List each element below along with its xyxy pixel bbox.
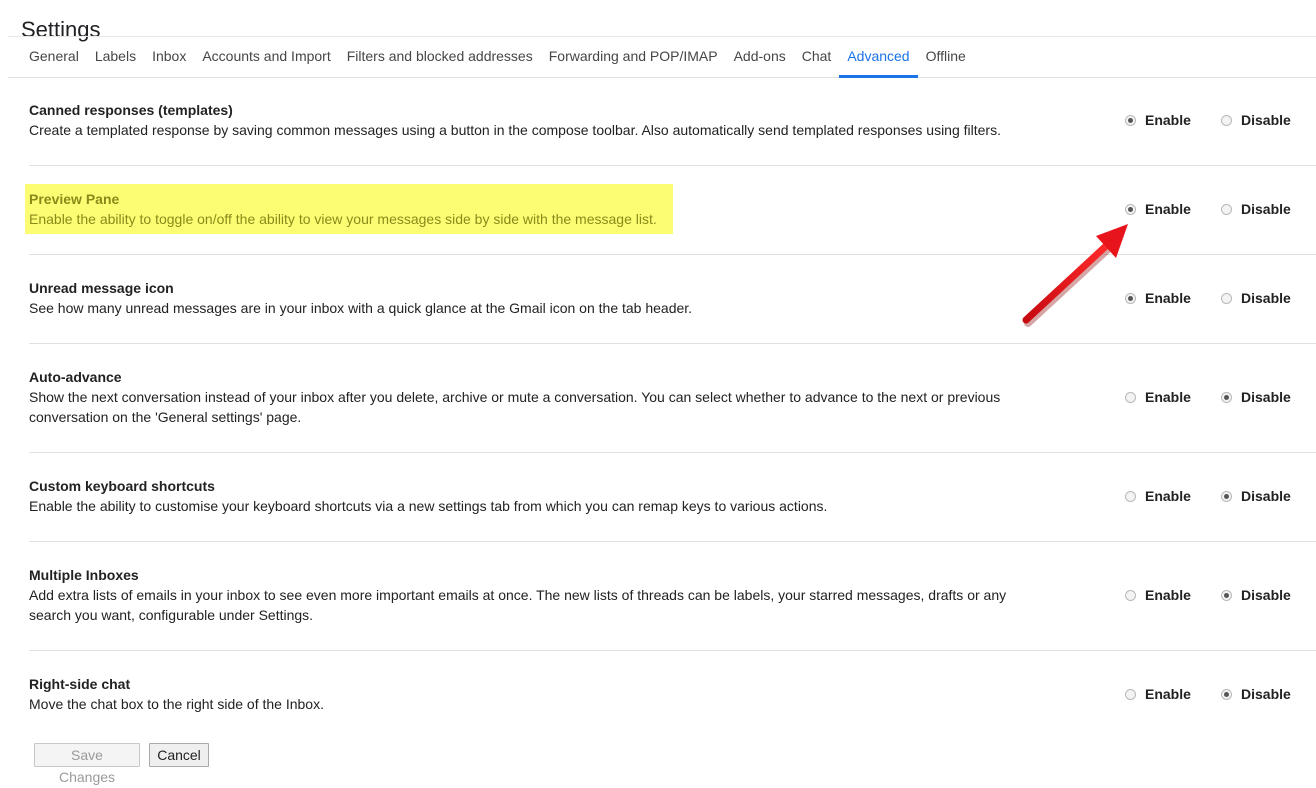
tab-accounts-and-import[interactable]: Accounts and Import: [194, 37, 338, 77]
cancel-button[interactable]: Cancel: [149, 743, 209, 767]
radio-group: Enable Disable: [1125, 684, 1291, 704]
enable-radio-option[interactable]: Enable: [1125, 686, 1191, 702]
disable-radio[interactable]: [1221, 203, 1232, 215]
enable-radio[interactable]: [1125, 589, 1136, 601]
setting-title: Unread message icon: [29, 280, 174, 296]
setting-description: See how many unread messages are in your…: [29, 300, 693, 316]
enable-label: Enable: [1145, 290, 1191, 306]
setting-row-auto-advance: Auto-advance Show the next conversation …: [29, 344, 1316, 453]
enable-radio-option[interactable]: Enable: [1125, 201, 1191, 217]
radio-group: Enable Disable: [1125, 387, 1291, 407]
tab-offline[interactable]: Offline: [918, 37, 974, 77]
setting-row-multiple-inboxes: Multiple Inboxes Add extra lists of emai…: [29, 542, 1316, 651]
setting-description: Enable the ability to toggle on/off the …: [29, 211, 657, 227]
radio-group: Enable Disable: [1125, 199, 1291, 219]
enable-radio[interactable]: [1125, 114, 1136, 126]
setting-row-canned-responses: Canned responses (templates) Create a te…: [29, 77, 1316, 166]
setting-description: Move the chat box to the right side of t…: [29, 696, 324, 712]
disable-radio[interactable]: [1221, 292, 1232, 304]
radio-group: Enable Disable: [1125, 110, 1291, 130]
disable-radio-option[interactable]: Disable: [1221, 486, 1291, 506]
disable-label: Disable: [1241, 389, 1291, 405]
disable-label: Disable: [1241, 112, 1291, 128]
settings-tab-bar: General Labels Inbox Accounts and Import…: [8, 36, 1316, 78]
tab-advanced[interactable]: Advanced: [839, 37, 918, 78]
setting-title: Right-side chat: [29, 676, 131, 692]
radio-group: Enable Disable: [1125, 585, 1291, 605]
tab-filters-and-blocked-addresses[interactable]: Filters and blocked addresses: [339, 37, 541, 77]
setting-description: Create a templated response by saving co…: [29, 122, 1001, 138]
enable-radio-option[interactable]: Enable: [1125, 587, 1191, 603]
setting-title: Preview Pane: [29, 191, 120, 207]
enable-label: Enable: [1145, 488, 1191, 504]
preview-pane-enable-radio[interactable]: [1125, 203, 1136, 215]
tab-chat[interactable]: Chat: [794, 37, 840, 77]
setting-row-custom-keyboard-shortcuts: Custom keyboard shortcuts Enable the abi…: [29, 453, 1316, 542]
setting-row-right-side-chat: Right-side chat Move the chat box to the…: [29, 651, 1316, 731]
disable-radio-option[interactable]: Disable: [1221, 585, 1291, 605]
setting-title: Multiple Inboxes: [29, 567, 139, 583]
tab-labels[interactable]: Labels: [87, 37, 144, 77]
disable-label: Disable: [1241, 290, 1291, 306]
disable-radio[interactable]: [1221, 391, 1232, 403]
tab-forwarding-and-pop-imap[interactable]: Forwarding and POP/IMAP: [541, 37, 726, 77]
enable-label: Enable: [1145, 112, 1191, 128]
setting-description: Enable the ability to customise your key…: [29, 498, 828, 514]
enable-label: Enable: [1145, 389, 1191, 405]
tab-add-ons[interactable]: Add-ons: [726, 37, 794, 77]
tab-inbox[interactable]: Inbox: [144, 37, 194, 77]
disable-label: Disable: [1241, 587, 1291, 603]
disable-label: Disable: [1241, 201, 1291, 217]
save-changes-button[interactable]: Save Changes: [34, 743, 140, 785]
disable-radio-option[interactable]: Disable: [1221, 684, 1291, 704]
annotation-arrow-icon: [1022, 224, 1128, 327]
setting-description: Show the next conversation instead of yo…: [29, 389, 1001, 425]
enable-radio-option[interactable]: Enable: [1125, 112, 1191, 128]
disable-radio[interactable]: [1221, 589, 1232, 601]
tab-general[interactable]: General: [8, 37, 87, 77]
disable-radio-option[interactable]: Disable: [1221, 288, 1291, 308]
setting-title: Canned responses (templates): [29, 102, 233, 118]
disable-label: Disable: [1241, 488, 1291, 504]
disable-radio[interactable]: [1221, 688, 1232, 700]
enable-label: Enable: [1145, 587, 1191, 603]
disable-radio-option[interactable]: Disable: [1221, 199, 1291, 219]
enable-label: Enable: [1145, 686, 1191, 702]
disable-radio[interactable]: [1221, 490, 1232, 502]
disable-radio-option[interactable]: Disable: [1221, 110, 1291, 130]
enable-radio[interactable]: [1125, 688, 1136, 700]
setting-title: Auto-advance: [29, 369, 122, 385]
disable-radio-option[interactable]: Disable: [1221, 387, 1291, 407]
setting-title: Custom keyboard shortcuts: [29, 478, 215, 494]
enable-label: Enable: [1145, 201, 1191, 217]
enable-radio[interactable]: [1125, 391, 1136, 403]
enable-radio-option[interactable]: Enable: [1125, 389, 1191, 405]
radio-group: Enable Disable: [1125, 486, 1291, 506]
enable-radio[interactable]: [1125, 490, 1136, 502]
enable-radio-option[interactable]: Enable: [1125, 488, 1191, 504]
setting-description: Add extra lists of emails in your inbox …: [29, 587, 1007, 623]
disable-radio[interactable]: [1221, 114, 1232, 126]
disable-label: Disable: [1241, 686, 1291, 702]
